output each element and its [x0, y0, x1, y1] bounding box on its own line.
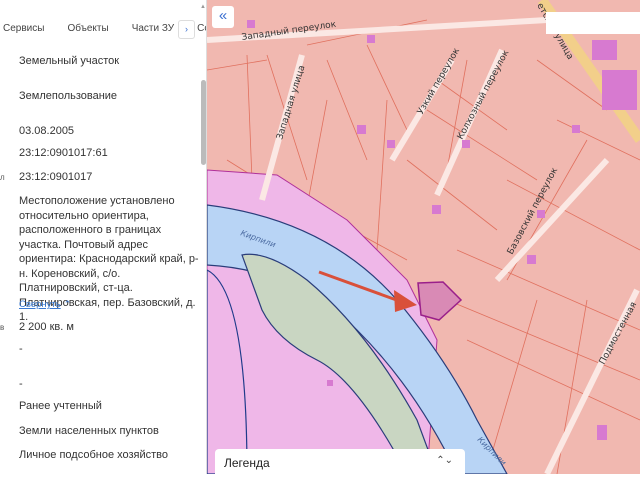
tab-composition[interactable]: Соста [197, 23, 206, 34]
area-value: 2 200 кв. м [19, 321, 74, 333]
tab-parts[interactable]: Части ЗУ [132, 23, 174, 34]
collapse-panel-button[interactable]: « [212, 6, 234, 28]
scrollbar[interactable] [201, 80, 206, 165]
info-panel: Сервисы Объекты Части ЗУ Соста › ▲ Земел… [0, 0, 207, 474]
updown-chevron-icon: ⌃⌄ [436, 455, 453, 466]
highlighted-parcel[interactable] [417, 281, 463, 321]
street-label: Западный переулок [241, 20, 337, 43]
scroll-up-arrow-icon[interactable]: ▲ [200, 4, 206, 10]
cadastral-map[interactable]: Западный переулок Западная улица Узкий п… [207, 0, 640, 474]
status-value: Ранее учтенный [19, 400, 102, 412]
tab-services[interactable]: Сервисы [3, 23, 44, 34]
quarter-label: л [0, 173, 5, 182]
area-label: в [0, 323, 5, 332]
category-value: Земли населенных пунктов [19, 425, 159, 437]
quarter-value: 23:12:0901017 [19, 171, 93, 183]
map-search-box[interactable] [546, 12, 640, 34]
street-label: Узкий переулок [416, 46, 462, 116]
type-value: Земельный участок [19, 55, 120, 67]
legend-label: Легенда [224, 456, 270, 470]
empty-value: - [19, 343, 23, 355]
tabs-next-button[interactable]: › [178, 20, 195, 39]
tab-bar: Сервисы Объекты Части ЗУ Соста [0, 8, 206, 48]
map-canvas: Западный переулок Западная улица Узкий п… [207, 0, 640, 474]
date-value: 03.08.2005 [19, 125, 75, 137]
use-value: Личное подсобное хозяйство [19, 449, 169, 461]
legend-dropdown[interactable]: Легенда ⌃⌄ [215, 449, 465, 479]
collapse-link[interactable]: Свернуть [19, 299, 61, 310]
cad-number-value: 23:12:0901017:61 [19, 147, 108, 159]
chevron-up-icon[interactable]: ⌃ [64, 299, 72, 309]
street-label: Западная улица [275, 64, 307, 141]
kind-value: Землепользование [19, 90, 118, 102]
tab-objects[interactable]: Объекты [67, 23, 108, 34]
street-label: Подмостенная [598, 301, 639, 367]
empty-value: - [19, 378, 23, 390]
